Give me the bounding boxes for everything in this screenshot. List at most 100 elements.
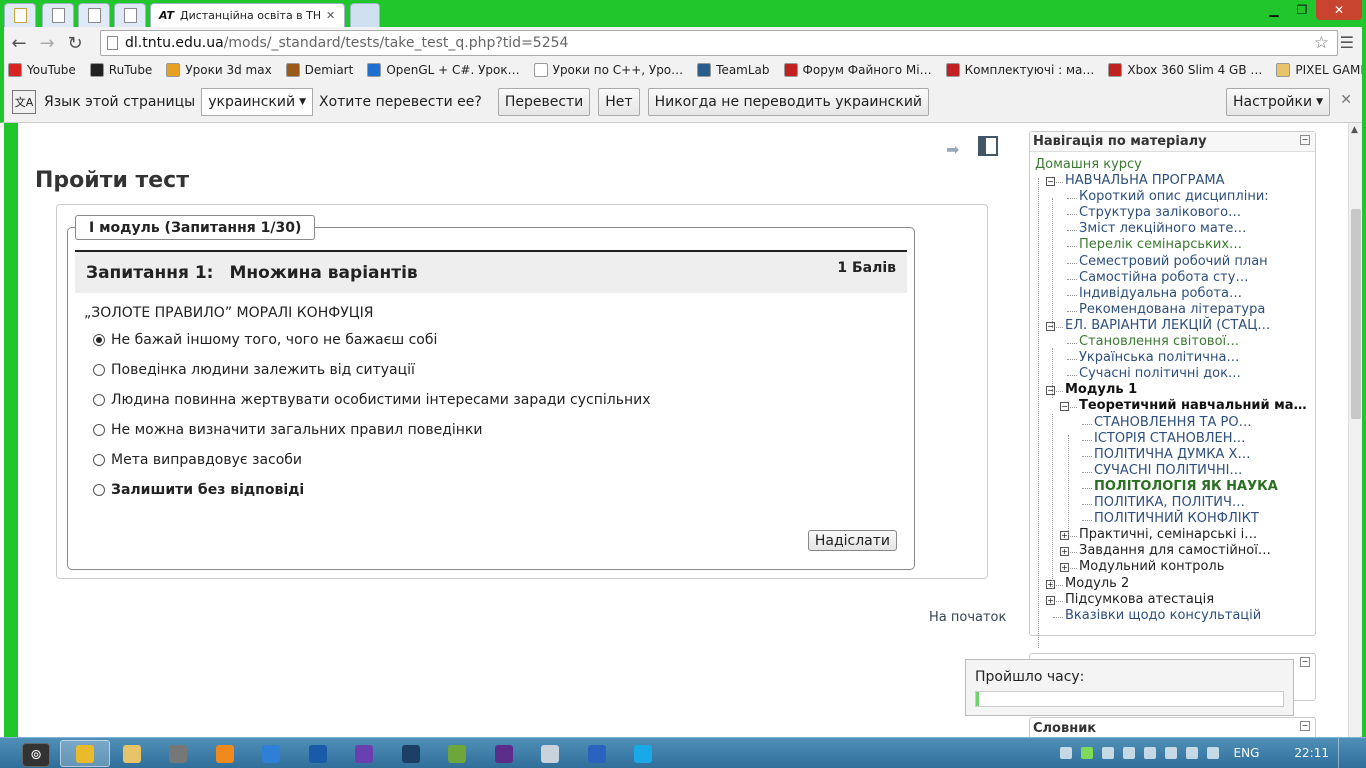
nav-tree-item[interactable]: ПОЛІТИКА, ПОЛІТИЧ… — [1094, 495, 1245, 510]
nav-tree-item[interactable]: Зміст лекційного мате… — [1079, 221, 1246, 236]
answer-radio[interactable] — [93, 454, 105, 466]
answer-option[interactable]: Поведінка людини залежить від ситуації — [93, 355, 651, 385]
page-scrollbar[interactable]: ▲ — [1348, 123, 1362, 737]
taskbar-app-media-player[interactable] — [200, 740, 250, 767]
bookmark-item[interactable]: Xbox 360 Slim 4 GB … — [1108, 63, 1262, 77]
taskbar-app-video-editor[interactable] — [153, 740, 203, 767]
bookmark-item[interactable]: YouTube — [8, 63, 76, 77]
collapse-block-icon[interactable]: − — [1300, 135, 1310, 145]
bookmark-item[interactable]: PIXEL GAMES — [1276, 63, 1366, 77]
toggle-side-menu-icon[interactable] — [978, 136, 998, 156]
nav-tree-item[interactable]: ПОЛІТОЛОГІЯ ЯК НАУКА — [1094, 479, 1278, 494]
pinned-tab[interactable] — [4, 3, 36, 27]
never-translate-button[interactable]: Никогда не переводить украинский — [647, 87, 930, 116]
expand-node-icon[interactable]: + — [1060, 563, 1069, 572]
taskbar-app-skype[interactable] — [618, 740, 668, 767]
scroll-thumb[interactable] — [1351, 209, 1361, 419]
menu-icon[interactable]: ☰ — [1340, 33, 1354, 52]
new-tab-button[interactable] — [350, 3, 380, 27]
bookmark-item[interactable]: Уроки по C++, Уро… — [533, 63, 683, 77]
active-tab[interactable]: AT Дистанційна освіта в ТНТ ✕ — [150, 3, 345, 27]
taskbar-app-visual-studio[interactable] — [339, 740, 389, 767]
submit-button[interactable]: Надіслати — [807, 530, 897, 551]
nav-tree-item[interactable]: Сучасні політичні док… — [1079, 366, 1241, 381]
close-tab-icon[interactable]: ✕ — [326, 9, 335, 22]
bookmark-item[interactable]: Форум Файного Мі… — [783, 63, 932, 77]
answer-option[interactable]: Не можна визначити загальних правил пове… — [93, 415, 651, 445]
show-desktop-button[interactable] — [1338, 738, 1352, 768]
pinned-tab[interactable] — [114, 3, 146, 27]
taskbar-app-flash[interactable] — [246, 740, 296, 767]
nav-tree-item[interactable]: Короткий опис дисципліни: — [1079, 189, 1269, 204]
volume-icon[interactable] — [1122, 747, 1135, 759]
nav-tree-item[interactable]: Індивідуальна робота… — [1079, 286, 1242, 301]
collapse-node-icon[interactable]: − — [1046, 322, 1055, 331]
collapse-node-icon[interactable]: − — [1046, 386, 1055, 395]
back-to-top-link[interactable]: На початок — [929, 610, 1006, 625]
nav-tree-item[interactable]: Становлення світової… — [1079, 334, 1239, 349]
network-icon[interactable] — [1206, 747, 1219, 759]
answer-radio[interactable] — [93, 334, 105, 346]
bookmark-item[interactable]: OpenGL + C#. Урок… — [367, 63, 520, 77]
course-home-link[interactable]: Домашня курсу — [1035, 157, 1142, 172]
pinned-tab[interactable] — [78, 3, 110, 27]
expand-node-icon[interactable]: + — [1046, 596, 1055, 605]
bookmark-item[interactable]: Уроки 3d max — [166, 63, 272, 77]
bookmark-item[interactable]: Комплектуючі : ма… — [945, 63, 1094, 77]
tray-icon[interactable] — [1143, 747, 1156, 759]
collapse-block-icon[interactable]: − — [1300, 721, 1310, 731]
input-language[interactable]: ENG — [1234, 746, 1260, 760]
nav-tree-item[interactable]: Перелік семінарських… — [1079, 237, 1242, 252]
answer-radio[interactable] — [93, 424, 105, 436]
scroll-up-icon[interactable]: ▲ — [1351, 125, 1358, 135]
nav-tree-item[interactable]: Завдання для самостійної… — [1079, 543, 1271, 558]
nav-tree-item[interactable]: Модульний контроль — [1079, 559, 1224, 574]
nav-tree-item[interactable]: ЕЛ. ВАРІАНТИ ЛЕКЦІЙ (СТАЦ… — [1065, 318, 1270, 333]
nav-tree-item[interactable]: СУЧАСНІ ПОЛІТИЧНІ… — [1094, 463, 1242, 478]
taskbar-app-word[interactable] — [572, 740, 622, 767]
start-button[interactable]: ⊚ — [22, 743, 50, 767]
translate-button[interactable]: Перевести — [497, 87, 591, 116]
nav-tree-item[interactable]: Структура залікового… — [1079, 205, 1241, 220]
nav-tree-item[interactable]: НАВЧАЛЬНА ПРОГРАМА — [1065, 173, 1225, 188]
answer-option[interactable]: Мета виправдовує засоби — [93, 445, 651, 475]
answer-option[interactable]: Залишити без відповіді — [93, 475, 651, 505]
bookmark-star-icon[interactable]: ☆ — [1314, 33, 1329, 53]
minimize-button[interactable]: ▁ — [1260, 0, 1288, 20]
address-bar[interactable]: dl.tntu.edu.ua/mods/_standard/tests/take… — [100, 30, 1338, 56]
forward-arrow-icon[interactable]: → — [36, 32, 58, 54]
bookmark-item[interactable]: TeamLab — [697, 63, 770, 77]
battery-icon[interactable] — [1164, 747, 1177, 759]
answer-radio[interactable] — [93, 364, 105, 376]
reload-icon[interactable]: ↻ — [64, 32, 86, 54]
nav-tree-item[interactable]: СТАНОВЛЕННЯ ТА РО… — [1094, 415, 1252, 430]
maximize-button[interactable]: ❐ — [1288, 0, 1316, 20]
answer-radio[interactable] — [93, 394, 105, 406]
bookmark-item[interactable]: Demiart — [285, 63, 353, 77]
nav-tree-item[interactable]: Рекомендована література — [1079, 302, 1265, 317]
back-arrow-icon[interactable]: ← — [8, 32, 30, 54]
nav-tree-item[interactable]: ПОЛІТИЧНИЙ КОНФЛІКТ — [1094, 511, 1259, 526]
answer-option[interactable]: Не бажай іншому того, чого не бажаєш соб… — [93, 325, 651, 355]
tray-icon[interactable] — [1059, 747, 1072, 759]
taskbar-app-photoshop[interactable] — [386, 740, 436, 767]
taskbar-app-network[interactable] — [293, 740, 343, 767]
nav-tree-item[interactable]: Практичні, семінарські і… — [1079, 527, 1257, 542]
nav-tree-item[interactable]: Семестровий робочий план — [1079, 254, 1268, 269]
taskbar-app-excel-tool[interactable] — [432, 740, 482, 767]
collapse-node-icon[interactable]: − — [1046, 177, 1055, 186]
nav-tree-item[interactable]: Вказівки щодо консультацій — [1065, 608, 1261, 623]
taskbar-app-chrome[interactable] — [60, 740, 110, 767]
signal-icon[interactable] — [1185, 747, 1198, 759]
nav-tree-item[interactable]: Теоретичний навчальний ма… — [1079, 398, 1307, 413]
nav-tree-item[interactable]: ПОЛІТИЧНА ДУМКА Х… — [1094, 447, 1250, 462]
expand-node-icon[interactable]: + — [1060, 547, 1069, 556]
collapse-block-icon[interactable]: − — [1300, 657, 1310, 667]
nav-tree-item[interactable]: ІСТОРІЯ СТАНОВЛЕН… — [1094, 431, 1246, 446]
collapse-node-icon[interactable]: − — [1060, 402, 1069, 411]
pinned-tab[interactable] — [42, 3, 74, 27]
answer-option[interactable]: Людина повинна жертвувати особистими інт… — [93, 385, 651, 415]
nav-tree-item[interactable]: Самостійна робота сту… — [1079, 270, 1248, 285]
bookmark-item[interactable]: RuTube — [89, 63, 152, 77]
taskbar-app-explorer[interactable] — [107, 740, 157, 767]
